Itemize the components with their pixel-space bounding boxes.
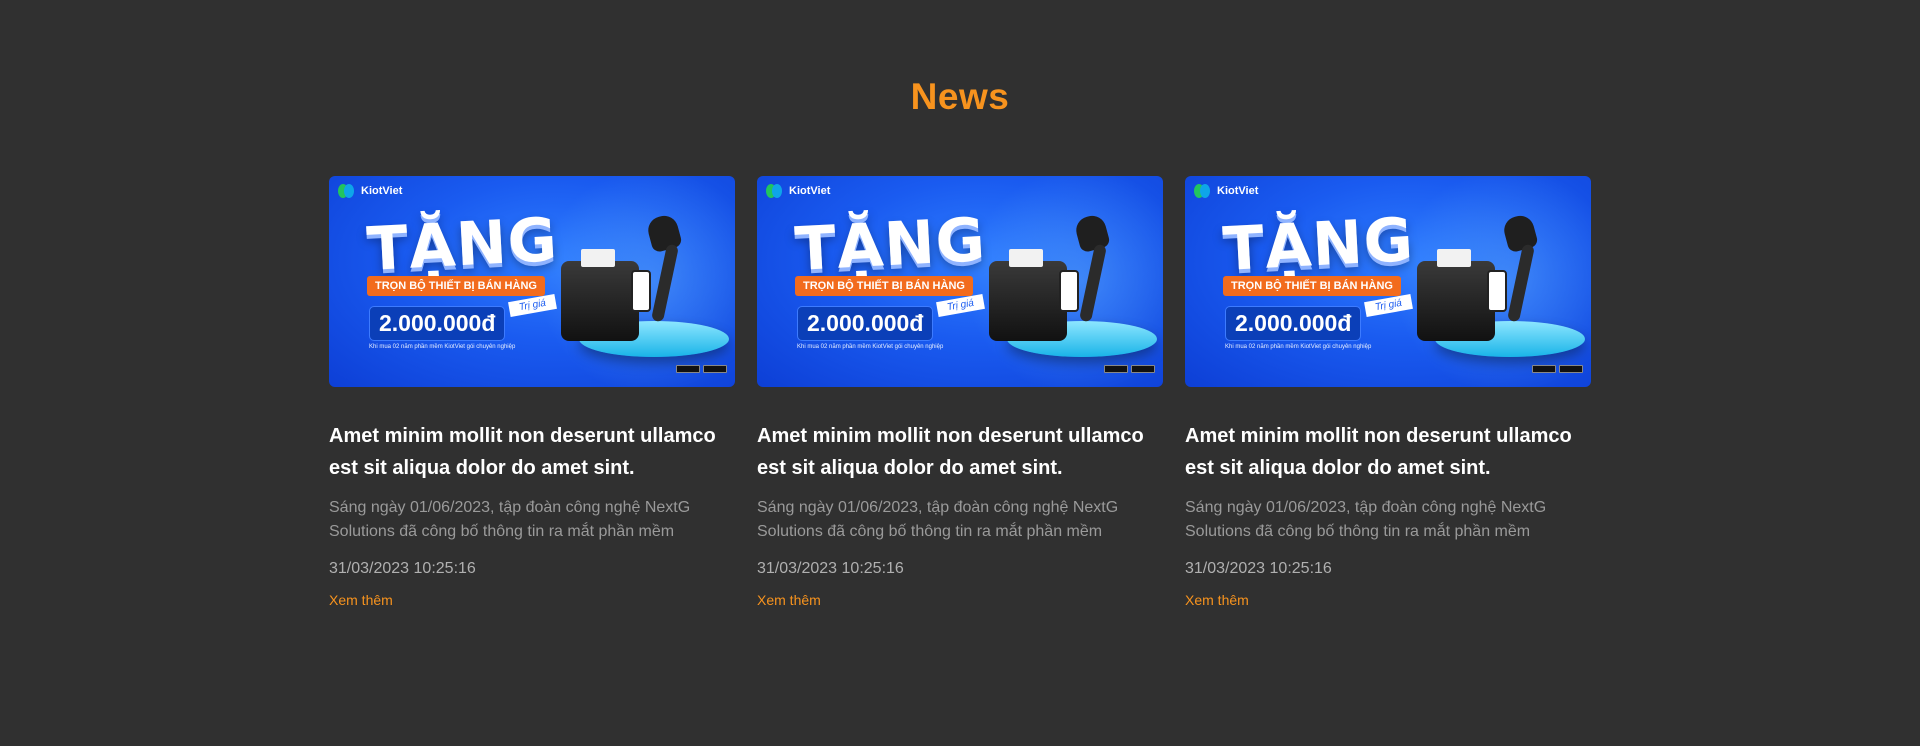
news-card-description: Sáng ngày 01/06/2023, tập đoàn công nghệ… bbox=[757, 499, 1119, 540]
news-card[interactable]: KiotViet TẶNG TRỌN BỘ THIẾT BỊ BÁN HÀNG … bbox=[1185, 176, 1591, 610]
news-card-image[interactable]: KiotViet TẶNG TRỌN BỘ THIẾT BỊ BÁN HÀNG … bbox=[329, 176, 735, 387]
banner-ribbon: TRỌN BỘ THIẾT BỊ BÁN HÀNG bbox=[795, 276, 973, 296]
phone-graphic bbox=[631, 270, 651, 312]
read-more-link[interactable]: Xem thêm bbox=[757, 592, 821, 608]
news-card-list: KiotViet TẶNG TRỌN BỘ THIẾT BỊ BÁN HÀNG … bbox=[329, 176, 1591, 610]
banner-headline: TẶNG bbox=[793, 205, 988, 285]
banner-price: 2.000.000đ bbox=[369, 306, 506, 341]
section-title: News bbox=[910, 76, 1010, 117]
news-card-description: Sáng ngày 01/06/2023, tập đoàn công nghệ… bbox=[1185, 499, 1547, 540]
banner-ribbon: TRỌN BỘ THIẾT BỊ BÁN HÀNG bbox=[367, 276, 545, 296]
app-store-icon bbox=[676, 365, 700, 373]
read-more-link[interactable]: Xem thêm bbox=[329, 592, 393, 608]
news-card-description: Sáng ngày 01/06/2023, tập đoàn công nghệ… bbox=[329, 499, 691, 540]
kiotviet-logo-icon bbox=[1194, 184, 1212, 198]
news-card[interactable]: KiotViet TẶNG TRỌN BỘ THIẾT BỊ BÁN HÀNG … bbox=[329, 176, 735, 610]
brand-name: KiotViet bbox=[361, 185, 403, 197]
banner-note: Khi mua 02 năm phần mềm KiotViet gói chu… bbox=[797, 344, 944, 350]
news-card[interactable]: KiotViet TẶNG TRỌN BỘ THIẾT BỊ BÁN HÀNG … bbox=[757, 176, 1163, 610]
google-play-icon bbox=[703, 365, 727, 373]
news-card-date: 31/03/2023 10:25:16 bbox=[757, 560, 904, 577]
kiotviet-logo-icon bbox=[766, 184, 784, 198]
news-card-title[interactable]: Amet minim mollit non deserunt ullamco e… bbox=[329, 420, 735, 484]
phone-graphic bbox=[1487, 270, 1507, 312]
google-play-icon bbox=[1559, 365, 1583, 373]
app-store-badges bbox=[1104, 365, 1155, 373]
read-more-link[interactable]: Xem thêm bbox=[1185, 592, 1249, 608]
printer-graphic bbox=[1417, 249, 1495, 341]
brand-name: KiotViet bbox=[789, 185, 831, 197]
phone-graphic bbox=[1059, 270, 1079, 312]
news-card-title[interactable]: Amet minim mollit non deserunt ullamco e… bbox=[1185, 420, 1591, 484]
brand-logo: KiotViet bbox=[338, 184, 402, 198]
banner-price: 2.000.000đ bbox=[1225, 306, 1362, 341]
printer-graphic bbox=[989, 249, 1067, 341]
news-card-date: 31/03/2023 10:25:16 bbox=[1185, 560, 1332, 577]
brand-name: KiotViet bbox=[1217, 185, 1259, 197]
google-play-icon bbox=[1131, 365, 1155, 373]
banner-headline: TẶNG bbox=[365, 205, 560, 285]
brand-logo: KiotViet bbox=[1194, 184, 1258, 198]
app-store-icon bbox=[1532, 365, 1556, 373]
banner-price: 2.000.000đ bbox=[797, 306, 934, 341]
app-store-badges bbox=[676, 365, 727, 373]
banner-headline: TẶNG bbox=[1221, 205, 1416, 285]
app-store-icon bbox=[1104, 365, 1128, 373]
printer-graphic bbox=[561, 249, 639, 341]
banner-note: Khi mua 02 năm phần mềm KiotViet gói chu… bbox=[369, 344, 516, 350]
kiotviet-logo-icon bbox=[338, 184, 356, 198]
banner-ribbon: TRỌN BỘ THIẾT BỊ BÁN HÀNG bbox=[1223, 276, 1401, 296]
news-card-image[interactable]: KiotViet TẶNG TRỌN BỘ THIẾT BỊ BÁN HÀNG … bbox=[1185, 176, 1591, 387]
news-card-image[interactable]: KiotViet TẶNG TRỌN BỘ THIẾT BỊ BÁN HÀNG … bbox=[757, 176, 1163, 387]
app-store-badges bbox=[1532, 365, 1583, 373]
news-card-title[interactable]: Amet minim mollit non deserunt ullamco e… bbox=[757, 420, 1163, 484]
brand-logo: KiotViet bbox=[766, 184, 830, 198]
news-card-date: 31/03/2023 10:25:16 bbox=[329, 560, 476, 577]
banner-note: Khi mua 02 năm phần mềm KiotViet gói chu… bbox=[1225, 344, 1372, 350]
